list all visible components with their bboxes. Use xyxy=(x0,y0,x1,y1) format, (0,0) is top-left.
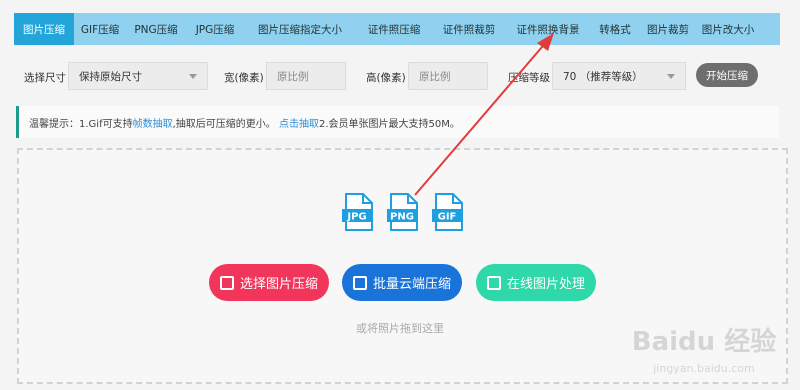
gif-label: GIF xyxy=(438,212,457,223)
tab-compress-to-size[interactable]: 图片压缩指定大小 xyxy=(244,13,356,45)
height-placeholder: 原比例 xyxy=(419,70,451,83)
quality-select-value: 70 （推荐等级） xyxy=(563,70,643,83)
width-input[interactable]: 原比例 xyxy=(266,62,346,90)
notice-suffix: 2.会员单张图片最大支持50M。 xyxy=(318,118,460,130)
height-label: 高(像素) xyxy=(366,72,406,84)
tab-image-crop[interactable]: 图片裁剪 xyxy=(640,13,696,45)
online-process-button[interactable]: 在线图片处理 xyxy=(476,264,596,301)
jpg-file-icon: JPG xyxy=(342,193,373,231)
watermark-url: jingyan.baidu.com xyxy=(652,362,755,375)
width-label: 宽(像素) xyxy=(224,72,264,84)
tab-image-resize[interactable]: 图片改大小 xyxy=(696,13,760,45)
tab-gif-compress[interactable]: GIF压缩 xyxy=(74,13,126,45)
select-image-label: 选择图片压缩 xyxy=(239,277,318,292)
gif-file-icon: GIF xyxy=(432,193,463,231)
select-image-button[interactable]: 选择图片压缩 xyxy=(209,264,329,301)
watermark-title: Baidu 经验 xyxy=(632,326,776,357)
notice-mid: ,抽取后可压缩的更小。 xyxy=(172,118,276,130)
quality-label: 压缩等级 xyxy=(508,72,550,84)
page: 图片压缩 GIF压缩 PNG压缩 JPG压缩 图片压缩指定大小 证件照压缩 证件… xyxy=(0,0,800,390)
size-select-value: 保持原始尺寸 xyxy=(79,70,142,83)
batch-cloud-label: 批量云端压缩 xyxy=(372,277,451,292)
tab-id-photo-compress[interactable]: 证件照压缩 xyxy=(356,13,432,45)
png-label: PNG xyxy=(390,212,414,223)
png-file-icon: PNG xyxy=(387,193,418,231)
zip-file-icon xyxy=(352,275,367,290)
size-select[interactable]: 保持原始尺寸 xyxy=(68,62,208,90)
edit-image-icon xyxy=(486,275,501,290)
chevron-down-icon xyxy=(189,74,197,79)
baidu-jingyan-watermark: Baidu 经验 jingyan.baidu.com xyxy=(632,326,776,375)
tip-notice: 温馨提示：1.Gif可支持 帧数抽取 ,抽取后可压缩的更小。 点击抽取 2.会员… xyxy=(16,106,779,138)
image-icon xyxy=(219,275,234,290)
tab-png-compress[interactable]: PNG压缩 xyxy=(126,13,186,45)
size-label: 选择尺寸 xyxy=(24,72,66,84)
start-compress-button[interactable]: 开始压缩 xyxy=(696,63,758,87)
frame-extract-link[interactable]: 帧数抽取 xyxy=(133,115,173,130)
notice-prefix: 温馨提示：1.Gif可支持 xyxy=(29,118,133,130)
chevron-down-icon xyxy=(667,74,675,79)
batch-cloud-button[interactable]: 批量云端压缩 xyxy=(342,264,462,301)
tab-jpg-compress[interactable]: JPG压缩 xyxy=(186,13,244,45)
tool-tabs: 图片压缩 GIF压缩 PNG压缩 JPG压缩 图片压缩指定大小 证件照压缩 证件… xyxy=(14,13,780,45)
tab-id-photo-crop[interactable]: 证件照裁剪 xyxy=(432,13,506,45)
tab-id-photo-background[interactable]: 证件照换背景 xyxy=(506,13,590,45)
tab-convert-format[interactable]: 转格式 xyxy=(590,13,640,45)
height-input[interactable]: 原比例 xyxy=(408,62,488,90)
online-process-label: 在线图片处理 xyxy=(506,277,585,292)
click-extract-link[interactable]: 点击抽取 xyxy=(279,115,319,130)
jpg-label: JPG xyxy=(346,212,366,223)
quality-select[interactable]: 70 （推荐等级） xyxy=(552,62,686,90)
tab-image-compress[interactable]: 图片压缩 xyxy=(14,13,74,45)
width-placeholder: 原比例 xyxy=(277,70,309,83)
